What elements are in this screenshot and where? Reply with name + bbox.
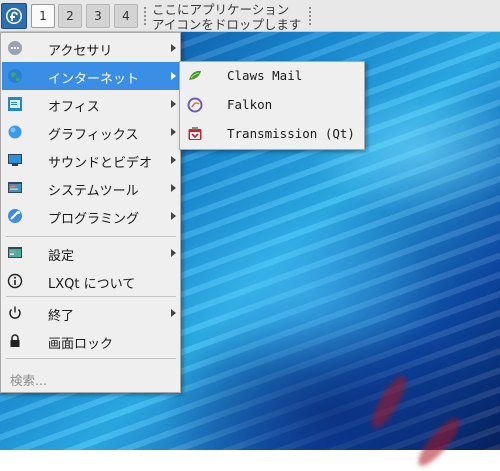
info-icon [7, 273, 23, 289]
menu-item-label: システムツール [48, 184, 139, 199]
accessories-icon [7, 40, 23, 56]
menu-item-graphics[interactable]: グラフィックス [2, 118, 179, 146]
wallpaper-accent [366, 371, 412, 433]
application-menu-button[interactable] [1, 3, 27, 29]
menu-item-office[interactable]: オフィス [2, 90, 179, 118]
menu-separator [6, 296, 176, 297]
submenu-item-transmission[interactable]: Transmission (Qt) [181, 120, 363, 148]
submenu-item-label: Falkon [227, 97, 273, 112]
submenu-arrow-icon [171, 72, 176, 80]
office-icon [7, 96, 23, 112]
menu-item-label: 画面ロック [48, 337, 114, 352]
menu-item-label: 設定 [48, 249, 75, 264]
menu-item-accessories[interactable]: アクセサリ [2, 34, 179, 62]
desktop-switch-1[interactable]: 1 [31, 4, 55, 28]
menu-item-label: インターネット [48, 72, 140, 87]
menu-item-label: グラフィックス [48, 128, 139, 143]
menu-item-label: プログラミング [48, 212, 140, 227]
submenu-item-label: Transmission (Qt) [227, 126, 355, 141]
menu-item-label: LXQt について [48, 277, 136, 292]
transmission-icon [187, 126, 203, 142]
menu-search-input[interactable]: 検索... [2, 364, 179, 391]
internet-submenu: Claws Mail Falkon Transmission (Qt) [179, 61, 365, 150]
programming-icon [7, 208, 23, 224]
claws-mail-icon [187, 68, 203, 84]
internet-globe-icon [7, 68, 23, 84]
top-panel: 1 2 3 4 ここにアプリケーション アイコンをドロップします [0, 0, 500, 32]
submenu-arrow-icon [171, 156, 176, 164]
application-menu: アクセサリ インターネット オフィス グラフィックス サウンドとビデオ システム… [0, 32, 181, 393]
submenu-arrow-icon [171, 184, 176, 192]
submenu-item-claws-mail[interactable]: Claws Mail [181, 62, 363, 90]
desktop-switch-4[interactable]: 4 [114, 4, 138, 28]
submenu-arrow-icon [171, 44, 176, 52]
submenu-arrow-icon [171, 100, 176, 108]
menu-item-system-tools[interactable]: システムツール [2, 174, 179, 202]
menu-item-label: アクセサリ [48, 44, 113, 59]
submenu-arrow-icon [171, 249, 176, 257]
fedora-logo-icon [6, 8, 22, 24]
settings-icon [7, 245, 23, 261]
menu-item-sound-video[interactable]: サウンドとビデオ [2, 146, 179, 174]
falkon-icon [187, 97, 203, 113]
power-icon [7, 305, 23, 321]
menu-item-about-lxqt[interactable]: LXQt について [2, 267, 179, 295]
submenu-item-falkon[interactable]: Falkon [181, 91, 363, 119]
submenu-arrow-icon [171, 128, 176, 136]
menu-separator [6, 358, 176, 359]
lock-icon [7, 333, 23, 349]
menu-item-leave[interactable]: 終了 [2, 299, 179, 327]
quicklaunch-drop-zone[interactable]: ここにアプリケーション アイコンをドロップします [152, 2, 301, 32]
menu-item-lock-screen[interactable]: 画面ロック [2, 327, 179, 355]
wallpaper-accent [412, 413, 466, 471]
menu-item-label: オフィス [48, 100, 100, 115]
menu-item-programming[interactable]: プログラミング [2, 202, 179, 230]
desktop-switch-3[interactable]: 3 [86, 4, 110, 28]
menu-separator [6, 236, 176, 237]
panel-drag-handle[interactable] [308, 6, 312, 26]
graphics-icon [7, 124, 23, 140]
submenu-item-label: Claws Mail [227, 68, 303, 83]
panel-drag-handle[interactable] [143, 6, 147, 26]
submenu-arrow-icon [171, 212, 176, 220]
drop-zone-line2: アイコンをドロップします [152, 17, 302, 32]
submenu-arrow-icon [171, 309, 176, 317]
menu-item-label: 終了 [48, 309, 75, 324]
menu-item-label: サウンドとビデオ [48, 156, 153, 171]
menu-item-internet[interactable]: インターネット [2, 62, 179, 90]
menu-item-settings[interactable]: 設定 [2, 239, 179, 267]
multimedia-icon [7, 152, 23, 168]
desktop-switch-2[interactable]: 2 [58, 4, 82, 28]
drop-zone-line1: ここにアプリケーション [152, 2, 290, 17]
system-tools-icon [7, 180, 23, 196]
